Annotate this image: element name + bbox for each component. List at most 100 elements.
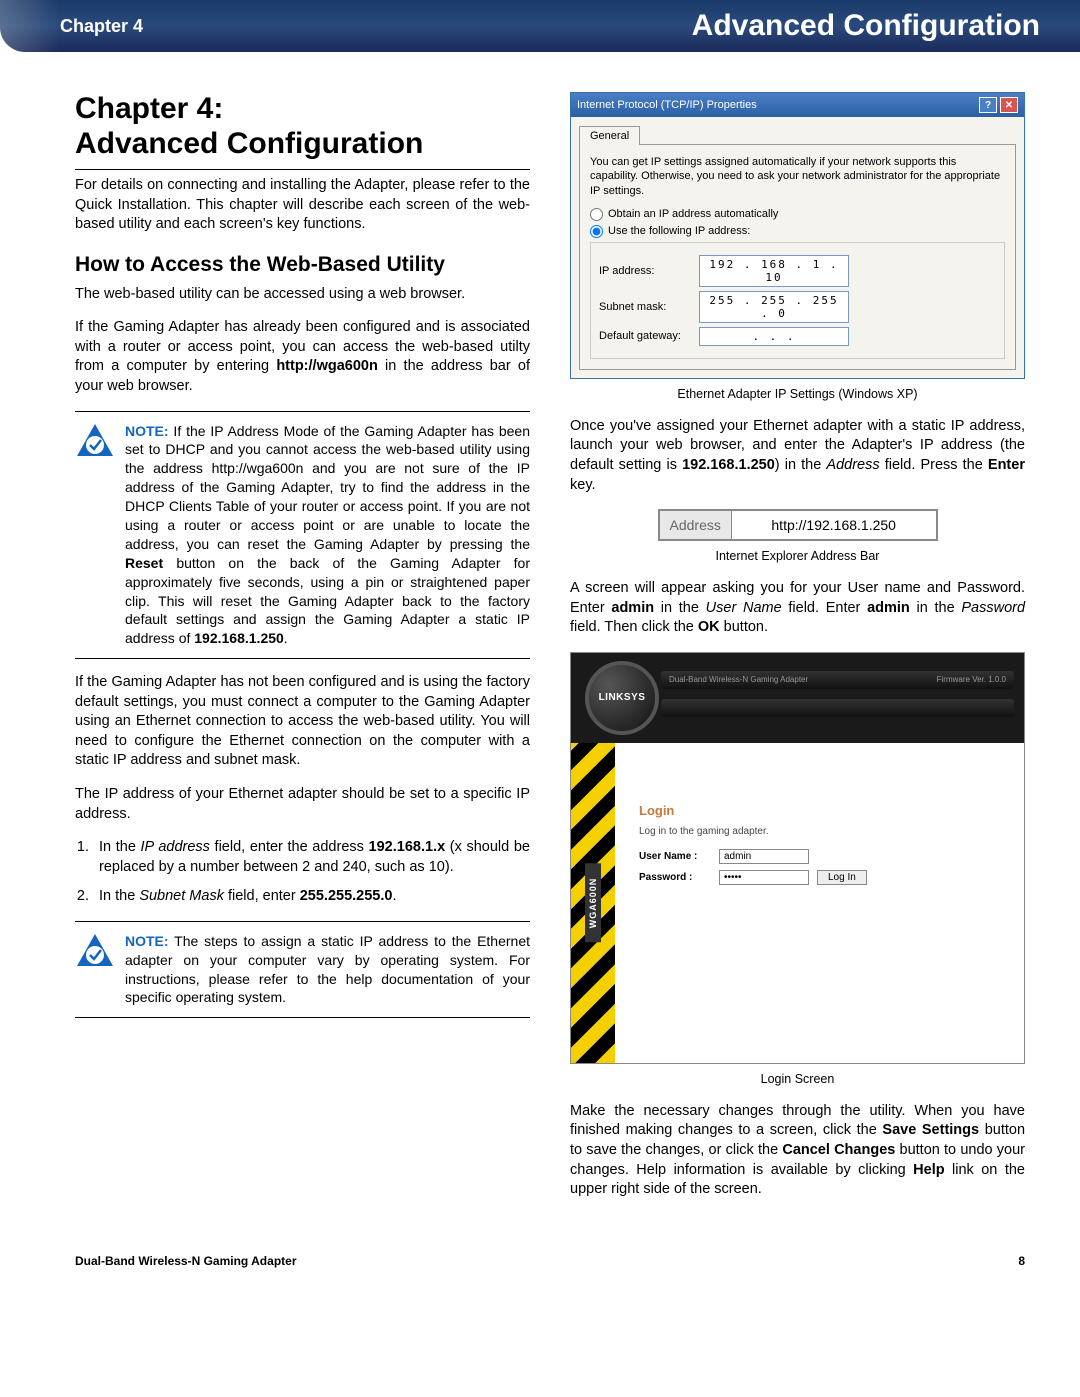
- ip-label: IP address:: [599, 265, 699, 277]
- window-titlebar: Internet Protocol (TCP/IP) Properties ? …: [571, 93, 1024, 117]
- login-header-bars: Dual-Band Wireless-N Gaming Adapter Firm…: [661, 671, 1014, 727]
- chapter-label: Chapter 4: [60, 16, 143, 37]
- paragraph-3: If the Gaming Adapter has not been confi…: [75, 673, 530, 771]
- rp1-addr: Address: [826, 457, 879, 473]
- page-number: 8: [1018, 1254, 1025, 1268]
- li1-ip: 192.168.1.x: [369, 839, 446, 855]
- li1-mid: field, enter the address: [210, 839, 369, 855]
- rp3-cancel: Cancel Changes: [782, 1142, 895, 1158]
- hazard-stripe: WGA600N: [571, 743, 615, 1063]
- rp2-pw: Password: [961, 600, 1025, 616]
- rp1-ip: 192.168.1.250: [682, 457, 775, 473]
- firmware-version: Firmware Ver. 1.0.0: [937, 675, 1006, 684]
- checkmark-icon: [75, 422, 115, 649]
- help-icon[interactable]: ?: [979, 97, 997, 113]
- note1-end: .: [284, 630, 288, 646]
- list-item-2: In the Subnet Mask field, enter 255.255.…: [93, 887, 530, 907]
- right-p3: Make the necessary changes through the u…: [570, 1102, 1025, 1200]
- paragraph-2: If the Gaming Adapter has already been c…: [75, 318, 530, 396]
- gateway-label: Default gateway:: [599, 330, 699, 342]
- rp3-help: Help: [913, 1162, 944, 1178]
- login-heading: Login: [639, 803, 1004, 818]
- page-header: Chapter 4 Advanced Configuration: [0, 0, 1080, 52]
- close-icon[interactable]: ✕: [1000, 97, 1018, 113]
- gateway-input[interactable]: . . .: [699, 327, 849, 346]
- ip-address-input[interactable]: 192 . 168 . 1 . 10: [699, 255, 849, 287]
- li2-pre: In the: [99, 888, 139, 904]
- left-column: Chapter 4: Advanced Configuration For de…: [75, 92, 530, 1214]
- note-2-text: NOTE: The steps to assign a static IP ad…: [125, 932, 530, 1008]
- password-row: Password : Log In: [639, 870, 1004, 885]
- subnet-row: Subnet mask: 255 . 255 . 255 . 0: [599, 291, 996, 323]
- password-input[interactable]: [719, 870, 809, 885]
- radio-manual-label: Use the following IP address:: [608, 225, 750, 237]
- access-utility-heading: How to Access the Web-Based Utility: [75, 253, 530, 277]
- figure-caption-2: Internet Explorer Address Bar: [570, 549, 1025, 563]
- gateway-row: Default gateway: . . .: [599, 327, 996, 346]
- note1-ip: 192.168.1.250: [194, 630, 284, 646]
- login-header: LINKSYS Dual-Band Wireless-N Gaming Adap…: [571, 653, 1024, 743]
- paragraph-4: The IP address of your Ethernet adapter …: [75, 785, 530, 824]
- address-label: Address: [660, 511, 732, 539]
- header-curve-decoration: [0, 0, 60, 52]
- right-column: Internet Protocol (TCP/IP) Properties ? …: [570, 92, 1025, 1214]
- rp2-mid3: in the: [910, 600, 962, 616]
- li1-pre: In the: [99, 839, 141, 855]
- title-line-2: Advanced Configuration: [75, 127, 423, 160]
- rp2-mid2: field. Enter: [782, 600, 867, 616]
- note2-body: The steps to assign a static IP address …: [125, 933, 530, 1006]
- radio-auto[interactable]: [590, 208, 603, 221]
- rp1-mid: ) in the: [775, 457, 827, 473]
- note1-reset: Reset: [125, 555, 163, 571]
- address-value[interactable]: http://192.168.1.250: [732, 511, 936, 539]
- window-body: General You can get IP settings assigned…: [571, 117, 1024, 378]
- figure-caption-1: Ethernet Adapter IP Settings (Windows XP…: [570, 387, 1025, 401]
- list-item-1: In the IP address field, enter the addre…: [93, 838, 530, 877]
- rp3-save: Save Settings: [882, 1122, 979, 1138]
- radio-auto-label: Obtain an IP address automatically: [608, 208, 778, 220]
- checkmark-icon: [75, 932, 115, 1008]
- login-form-area: Login Log in to the gaming adapter. User…: [615, 743, 1024, 1063]
- subnet-input[interactable]: 255 . 255 . 255 . 0: [699, 291, 849, 323]
- general-panel: You can get IP settings assigned automat…: [579, 144, 1016, 370]
- username-row: User Name :: [639, 849, 1004, 864]
- note1-b: button on the back of the Gaming Adapter…: [125, 555, 530, 647]
- brand-text: LINKSYS: [599, 692, 646, 703]
- tcpip-properties-window: Internet Protocol (TCP/IP) Properties ? …: [570, 92, 1025, 379]
- right-p2: A screen will appear asking you for your…: [570, 579, 1025, 638]
- rp2-ok: OK: [698, 619, 720, 635]
- login-button[interactable]: Log In: [817, 870, 867, 885]
- note1-a: If the IP Address Mode of the Gaming Ada…: [125, 423, 530, 552]
- note-box-1: NOTE: If the IP Address Mode of the Gami…: [75, 411, 530, 660]
- note2-label: NOTE:: [125, 933, 169, 949]
- li2-end: .: [392, 888, 396, 904]
- chapter-heading: Chapter 4: Advanced Configuration: [75, 92, 530, 170]
- rp1-end: key.: [570, 477, 596, 493]
- radio-manual[interactable]: [590, 225, 603, 238]
- note-1-text: NOTE: If the IP Address Mode of the Gami…: [125, 422, 530, 649]
- rp2-mid: in the: [654, 600, 706, 616]
- login-subtext: Log in to the gaming adapter.: [639, 826, 1004, 837]
- linksys-logo: LINKSYS: [585, 661, 659, 735]
- figure-caption-3: Login Screen: [570, 1072, 1025, 1086]
- general-tab[interactable]: General: [579, 126, 640, 145]
- right-p1: Once you've assigned your Ethernet adapt…: [570, 417, 1025, 495]
- login-screen: LINKSYS Dual-Band Wireless-N Gaming Adap…: [570, 652, 1025, 1064]
- intro-paragraph: For details on connecting and installing…: [75, 176, 530, 235]
- subnet-label: Subnet mask:: [599, 301, 699, 313]
- footer-product: Dual-Band Wireless-N Gaming Adapter: [75, 1254, 296, 1268]
- page-body: Chapter 4: Advanced Configuration For de…: [0, 52, 1080, 1244]
- password-label: Password :: [639, 872, 719, 883]
- note-box-2: NOTE: The steps to assign a static IP ad…: [75, 921, 530, 1019]
- window-buttons: ? ✕: [979, 97, 1018, 113]
- note-label: NOTE:: [125, 423, 169, 439]
- tcpip-description: You can get IP settings assigned automat…: [590, 155, 1005, 198]
- radio-auto-row[interactable]: Obtain an IP address automatically: [590, 208, 1005, 221]
- product-name-bar: Dual-Band Wireless-N Gaming Adapter: [669, 675, 808, 684]
- li2-mid: field, enter: [224, 888, 300, 904]
- rp2-admin2: admin: [867, 600, 910, 616]
- ip-address-row: IP address: 192 . 168 . 1 . 10: [599, 255, 996, 287]
- username-input[interactable]: [719, 849, 809, 864]
- paragraph-1: The web-based utility can be accessed us…: [75, 285, 530, 305]
- radio-manual-row[interactable]: Use the following IP address:: [590, 225, 1005, 238]
